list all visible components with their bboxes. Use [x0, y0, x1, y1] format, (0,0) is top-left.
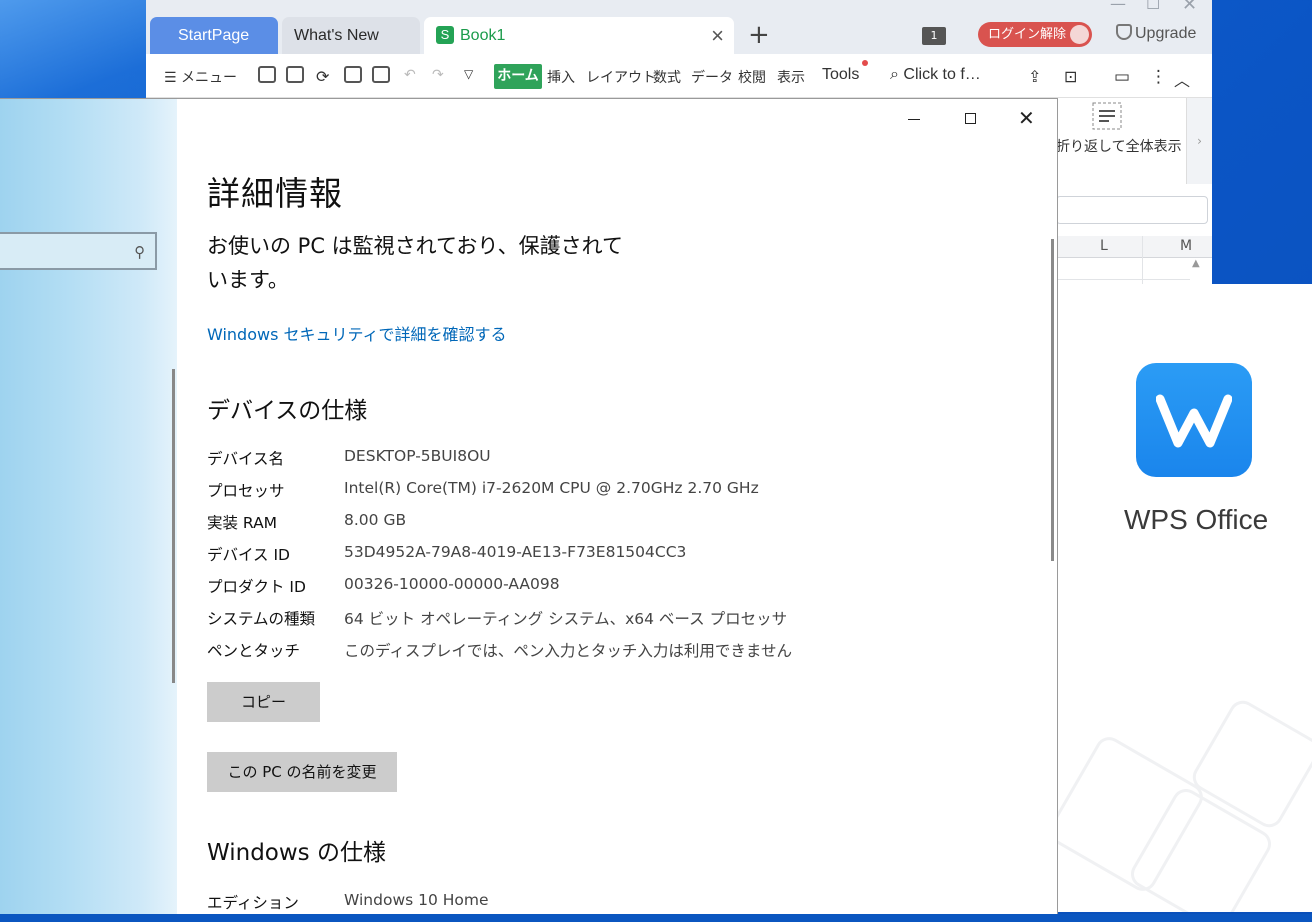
ribbon-label: 折り返して全体表示: [1056, 139, 1182, 155]
spec-value: Intel(R) Core(TM) i7-2620M CPU @ 2.70GHz…: [344, 479, 759, 497]
spec-value: 64 ビット オペレーティング システム、x64 ベース プロセッサ: [344, 610, 788, 628]
splash-title: WPS Office: [1124, 504, 1269, 535]
column-header-l[interactable]: L: [1100, 238, 1108, 254]
open-folder-icon[interactable]: [258, 66, 276, 83]
close-tab-icon[interactable]: ×: [711, 17, 724, 54]
close-window-icon[interactable]: ✕: [1182, 0, 1197, 15]
spec-key: デバイス ID: [207, 546, 290, 564]
spec-key: プロダクト ID: [207, 578, 306, 596]
wps-splash: WPS Office: [1056, 284, 1312, 912]
tab-tools[interactable]: Tools: [822, 66, 859, 84]
tab-label: Book1: [460, 27, 506, 44]
spec-value: このディスプレイでは、ペン入力とタッチ入力は利用できません: [344, 642, 792, 660]
tab-book1[interactable]: S Book1 ×: [424, 17, 734, 54]
spec-key: ペンとタッチ: [207, 642, 301, 660]
collapse-ribbon-icon[interactable]: ︿: [1174, 67, 1190, 91]
device-specs-heading: デバイスの仕様: [207, 398, 368, 424]
spec-key: デバイス名: [207, 450, 285, 468]
settings-nav-pane: ⚲: [0, 99, 177, 914]
wps-tab-bar: StartPage What's New S Book1 × + — ☐ ✕ 1…: [146, 0, 1212, 54]
chevron-down-icon[interactable]: ▽: [464, 67, 473, 81]
content-scrollbar[interactable]: [1051, 239, 1054, 561]
tab-formulas[interactable]: 数式: [653, 67, 681, 87]
scroll-up-icon[interactable]: ▲: [1192, 258, 1206, 274]
settings-window: ⚲ ✕ 詳細情報 お使いの PC は監視されており、保護されています。 Wind…: [0, 98, 1058, 914]
sync-icon[interactable]: ⊡: [1064, 67, 1077, 86]
formula-bar[interactable]: [1056, 196, 1208, 224]
protection-status: お使いの PC は監視されており、保護されています。: [207, 234, 623, 292]
search-icon: ⚲: [134, 243, 145, 261]
nav-scrollbar[interactable]: [172, 369, 175, 683]
tab-insert[interactable]: 挿入: [547, 67, 575, 87]
notification-dot: [862, 60, 868, 66]
logout-button[interactable]: ログイン解除: [978, 22, 1092, 47]
spec-key: プロセッサ: [207, 482, 285, 500]
spec-value: Windows 10 Home: [344, 891, 489, 909]
comment-icon[interactable]: ▭: [1114, 67, 1130, 87]
taskbar: [0, 914, 1312, 922]
ribbon-scroll-right-icon[interactable]: ›: [1186, 98, 1212, 184]
share-icon[interactable]: ⇪: [1028, 67, 1041, 86]
spec-value: 00326-10000-00000-AA098: [344, 575, 560, 593]
redo-icon[interactable]: ↷: [432, 67, 444, 83]
rename-pc-button[interactable]: この PC の名前を変更: [207, 752, 397, 792]
wps-toolbar: ☰ メニュー ⟳ ↶ ↷ ▽ ホーム 挿入 レイアウト 数式 データ 校閲 表示…: [146, 54, 1212, 98]
tab-data[interactable]: データ: [691, 67, 733, 87]
upgrade-label: Upgrade: [1135, 25, 1197, 42]
copy-button[interactable]: コピー: [207, 682, 320, 722]
spec-value: DESKTOP-5BUI8OU: [344, 447, 491, 465]
format-painter-icon[interactable]: ⟳: [316, 67, 329, 86]
save-icon[interactable]: [286, 66, 304, 83]
spec-value: 53D4952A-79A8-4019-AE13-F73E81504CC3: [344, 543, 687, 561]
search-placeholder: Click to f…: [903, 66, 981, 83]
print-icon[interactable]: [344, 66, 362, 83]
about-content: 詳細情報 お使いの PC は監視されており、保護されています。 Windows …: [207, 99, 1047, 914]
hamburger-icon: ☰: [164, 70, 177, 86]
wps-logo: [1136, 363, 1252, 477]
menu-label: メニュー: [181, 70, 238, 86]
tab-startpage[interactable]: StartPage: [150, 17, 278, 54]
tab-home[interactable]: ホーム: [494, 64, 542, 89]
minimize-icon[interactable]: —: [1110, 0, 1126, 13]
grid-row[interactable]: [1056, 258, 1190, 280]
print-preview-icon[interactable]: [372, 66, 390, 83]
upgrade-button[interactable]: Upgrade: [1116, 24, 1196, 43]
security-details-link[interactable]: Windows セキュリティで詳細を確認する: [207, 321, 507, 345]
search-icon: ⌕: [890, 66, 899, 83]
windows-specs-heading: Windows の仕様: [207, 840, 386, 866]
undo-icon[interactable]: ↶: [404, 67, 416, 83]
menu-button[interactable]: ☰ メニュー: [164, 67, 237, 87]
spec-key: 実装 RAM: [207, 514, 278, 532]
column-headers: L M: [1056, 236, 1212, 258]
spec-key: エディション: [207, 894, 299, 912]
tab-view[interactable]: 表示: [777, 67, 805, 87]
window-count-badge[interactable]: 1: [922, 27, 946, 45]
spec-key: システムの種類: [207, 610, 316, 628]
settings-search-input[interactable]: ⚲: [0, 232, 157, 270]
search-button[interactable]: ⌕ Click to f…: [890, 66, 981, 84]
shield-icon: [1116, 24, 1132, 40]
tab-layout[interactable]: レイアウト: [586, 67, 656, 87]
logout-label: ログイン解除: [988, 27, 1067, 42]
wrap-text-icon: [1092, 102, 1122, 130]
spreadsheet-icon: S: [436, 26, 454, 44]
column-header-m[interactable]: M: [1180, 238, 1192, 254]
tab-label: StartPage: [178, 27, 250, 44]
new-tab-icon[interactable]: +: [748, 18, 770, 52]
avatar: [1070, 25, 1089, 44]
maximize-icon[interactable]: ☐: [1146, 0, 1160, 13]
spec-value: 8.00 GB: [344, 511, 407, 529]
page-title: 詳細情報: [207, 174, 343, 213]
tab-label: What's New: [294, 27, 379, 44]
w-logo-icon: [1156, 394, 1232, 448]
more-icon[interactable]: ⋮: [1150, 67, 1167, 87]
tab-review[interactable]: 校閲: [738, 67, 766, 87]
tab-whats-new[interactable]: What's New: [282, 17, 420, 54]
